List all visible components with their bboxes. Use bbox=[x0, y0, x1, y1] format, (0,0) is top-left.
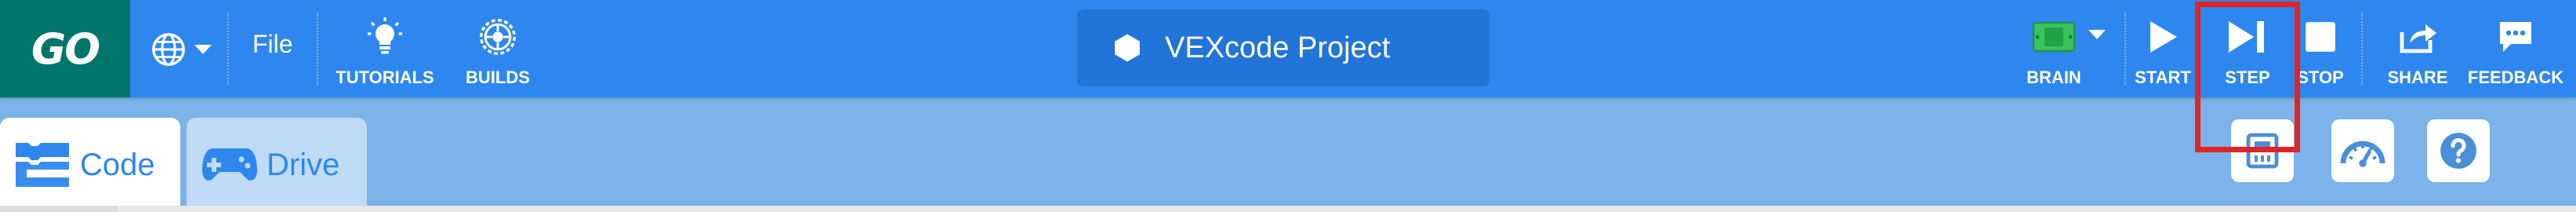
tab-drive-label: Drive bbox=[267, 147, 340, 182]
hexagon-icon bbox=[1115, 34, 1140, 62]
help-icon bbox=[2440, 133, 2476, 169]
builds-label: BUILDS bbox=[466, 68, 530, 87]
devices-button[interactable] bbox=[2231, 119, 2294, 182]
chevron-down-icon[interactable] bbox=[2088, 30, 2106, 39]
workspace-edge bbox=[0, 206, 2576, 212]
logo-text: GO bbox=[31, 24, 100, 74]
feedback-label: FEEDBACK bbox=[2467, 68, 2564, 87]
tutorials-button[interactable]: TUTORIALS bbox=[334, 11, 436, 88]
play-icon bbox=[2150, 21, 2177, 53]
start-button[interactable]: START bbox=[2131, 11, 2195, 88]
tab-drive[interactable]: Drive bbox=[187, 118, 367, 212]
toolbar-divider bbox=[2124, 13, 2126, 85]
blocks-icon bbox=[16, 143, 69, 187]
globe-icon bbox=[152, 33, 185, 66]
lightbulb-icon bbox=[368, 17, 402, 54]
brain-button[interactable]: BRAIN bbox=[2023, 11, 2085, 88]
blocks-gutter bbox=[0, 206, 118, 212]
step-button[interactable]: STEP bbox=[2212, 11, 2283, 88]
top-toolbar: GO File TUTORIALS BUILDS VEXcode Project… bbox=[0, 0, 2576, 152]
stop-icon bbox=[2306, 22, 2335, 52]
speech-bubble-icon bbox=[2500, 22, 2531, 52]
brain-label: BRAIN bbox=[2026, 68, 2081, 87]
file-menu[interactable]: File bbox=[252, 30, 293, 59]
start-label: START bbox=[2135, 68, 2191, 87]
dashboard-button[interactable] bbox=[2331, 119, 2394, 182]
tab-bar: Code Drive bbox=[0, 97, 2576, 212]
project-name: VEXcode Project bbox=[1165, 31, 1391, 64]
tab-code[interactable]: Code bbox=[0, 118, 180, 212]
go-logo[interactable]: GO bbox=[0, 0, 130, 97]
help-button[interactable] bbox=[2427, 119, 2490, 182]
toolbar-divider bbox=[227, 13, 229, 85]
tutorials-label: TUTORIALS bbox=[336, 68, 434, 87]
share-icon bbox=[2400, 24, 2436, 53]
dashboard-icon bbox=[2340, 141, 2386, 167]
step-label: STEP bbox=[2225, 68, 2270, 87]
chevron-down-icon bbox=[194, 45, 212, 54]
gamepad-icon bbox=[202, 148, 257, 181]
devices-icon bbox=[2246, 133, 2279, 169]
toolbar-divider bbox=[317, 13, 318, 85]
feedback-button[interactable]: FEEDBACK bbox=[2465, 11, 2567, 88]
stop-label: STOP bbox=[2297, 68, 2344, 87]
gear-icon bbox=[479, 18, 517, 56]
step-forward-icon bbox=[2229, 21, 2264, 53]
tab-code-label: Code bbox=[80, 147, 155, 182]
toolbar-divider bbox=[2361, 13, 2363, 85]
share-button[interactable]: SHARE bbox=[2378, 11, 2457, 88]
project-name-box[interactable]: VEXcode Project bbox=[1077, 9, 1489, 86]
stop-button[interactable]: STOP bbox=[2289, 11, 2352, 88]
builds-button[interactable]: BUILDS bbox=[455, 11, 541, 88]
share-label: SHARE bbox=[2387, 68, 2448, 87]
brain-icon bbox=[2032, 21, 2076, 53]
